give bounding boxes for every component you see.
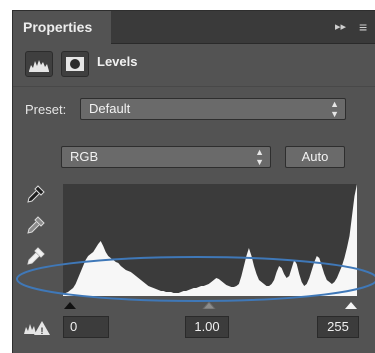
layer-mask-icon[interactable] bbox=[61, 51, 89, 77]
properties-panel: Properties ▸▸ ≡ Levels Preset: Default ▲… bbox=[12, 10, 375, 353]
levels-histogram bbox=[63, 184, 357, 296]
black-input-field[interactable]: 0 bbox=[63, 316, 109, 338]
white-point-slider-handle[interactable] bbox=[345, 302, 357, 309]
adjustment-title: Levels bbox=[97, 54, 138, 69]
input-levels-slider[interactable] bbox=[63, 296, 357, 310]
collapse-panel-icon[interactable]: ▸▸ bbox=[335, 11, 346, 43]
dropdown-arrows-icon: ▲ ▼ bbox=[255, 147, 264, 167]
white-input-field[interactable]: 255 bbox=[317, 316, 359, 338]
properties-tab[interactable]: Properties bbox=[13, 11, 111, 44]
dropdown-arrows-icon: ▲ ▼ bbox=[330, 99, 339, 119]
panel-tab-bar: Properties ▸▸ ≡ bbox=[13, 11, 375, 44]
preset-value: Default bbox=[89, 101, 131, 116]
histogram-area bbox=[63, 184, 357, 296]
black-point-slider-handle[interactable] bbox=[64, 302, 76, 309]
auto-button[interactable]: Auto bbox=[285, 146, 345, 168]
preset-label: Preset: bbox=[25, 102, 67, 117]
gray-point-eyedropper-icon[interactable] bbox=[25, 214, 47, 236]
clipping-warning-icon[interactable]: ! bbox=[23, 319, 51, 337]
channel-value: RGB bbox=[70, 149, 99, 164]
adjustment-header: Levels bbox=[13, 44, 375, 87]
svg-text:!: ! bbox=[41, 326, 44, 336]
histogram-graph bbox=[63, 184, 357, 296]
white-point-eyedropper-icon[interactable] bbox=[25, 245, 47, 267]
preset-dropdown[interactable]: Default ▲ ▼ bbox=[80, 98, 346, 120]
levels-adjustment-icon[interactable] bbox=[25, 51, 53, 77]
panel-menu-icon[interactable]: ≡ bbox=[359, 11, 367, 43]
midtone-input-field[interactable]: 1.00 bbox=[185, 316, 229, 338]
channel-dropdown[interactable]: RGB ▲ ▼ bbox=[61, 146, 271, 168]
midtone-slider-handle[interactable] bbox=[201, 301, 217, 310]
black-point-eyedropper-icon[interactable] bbox=[25, 183, 47, 205]
